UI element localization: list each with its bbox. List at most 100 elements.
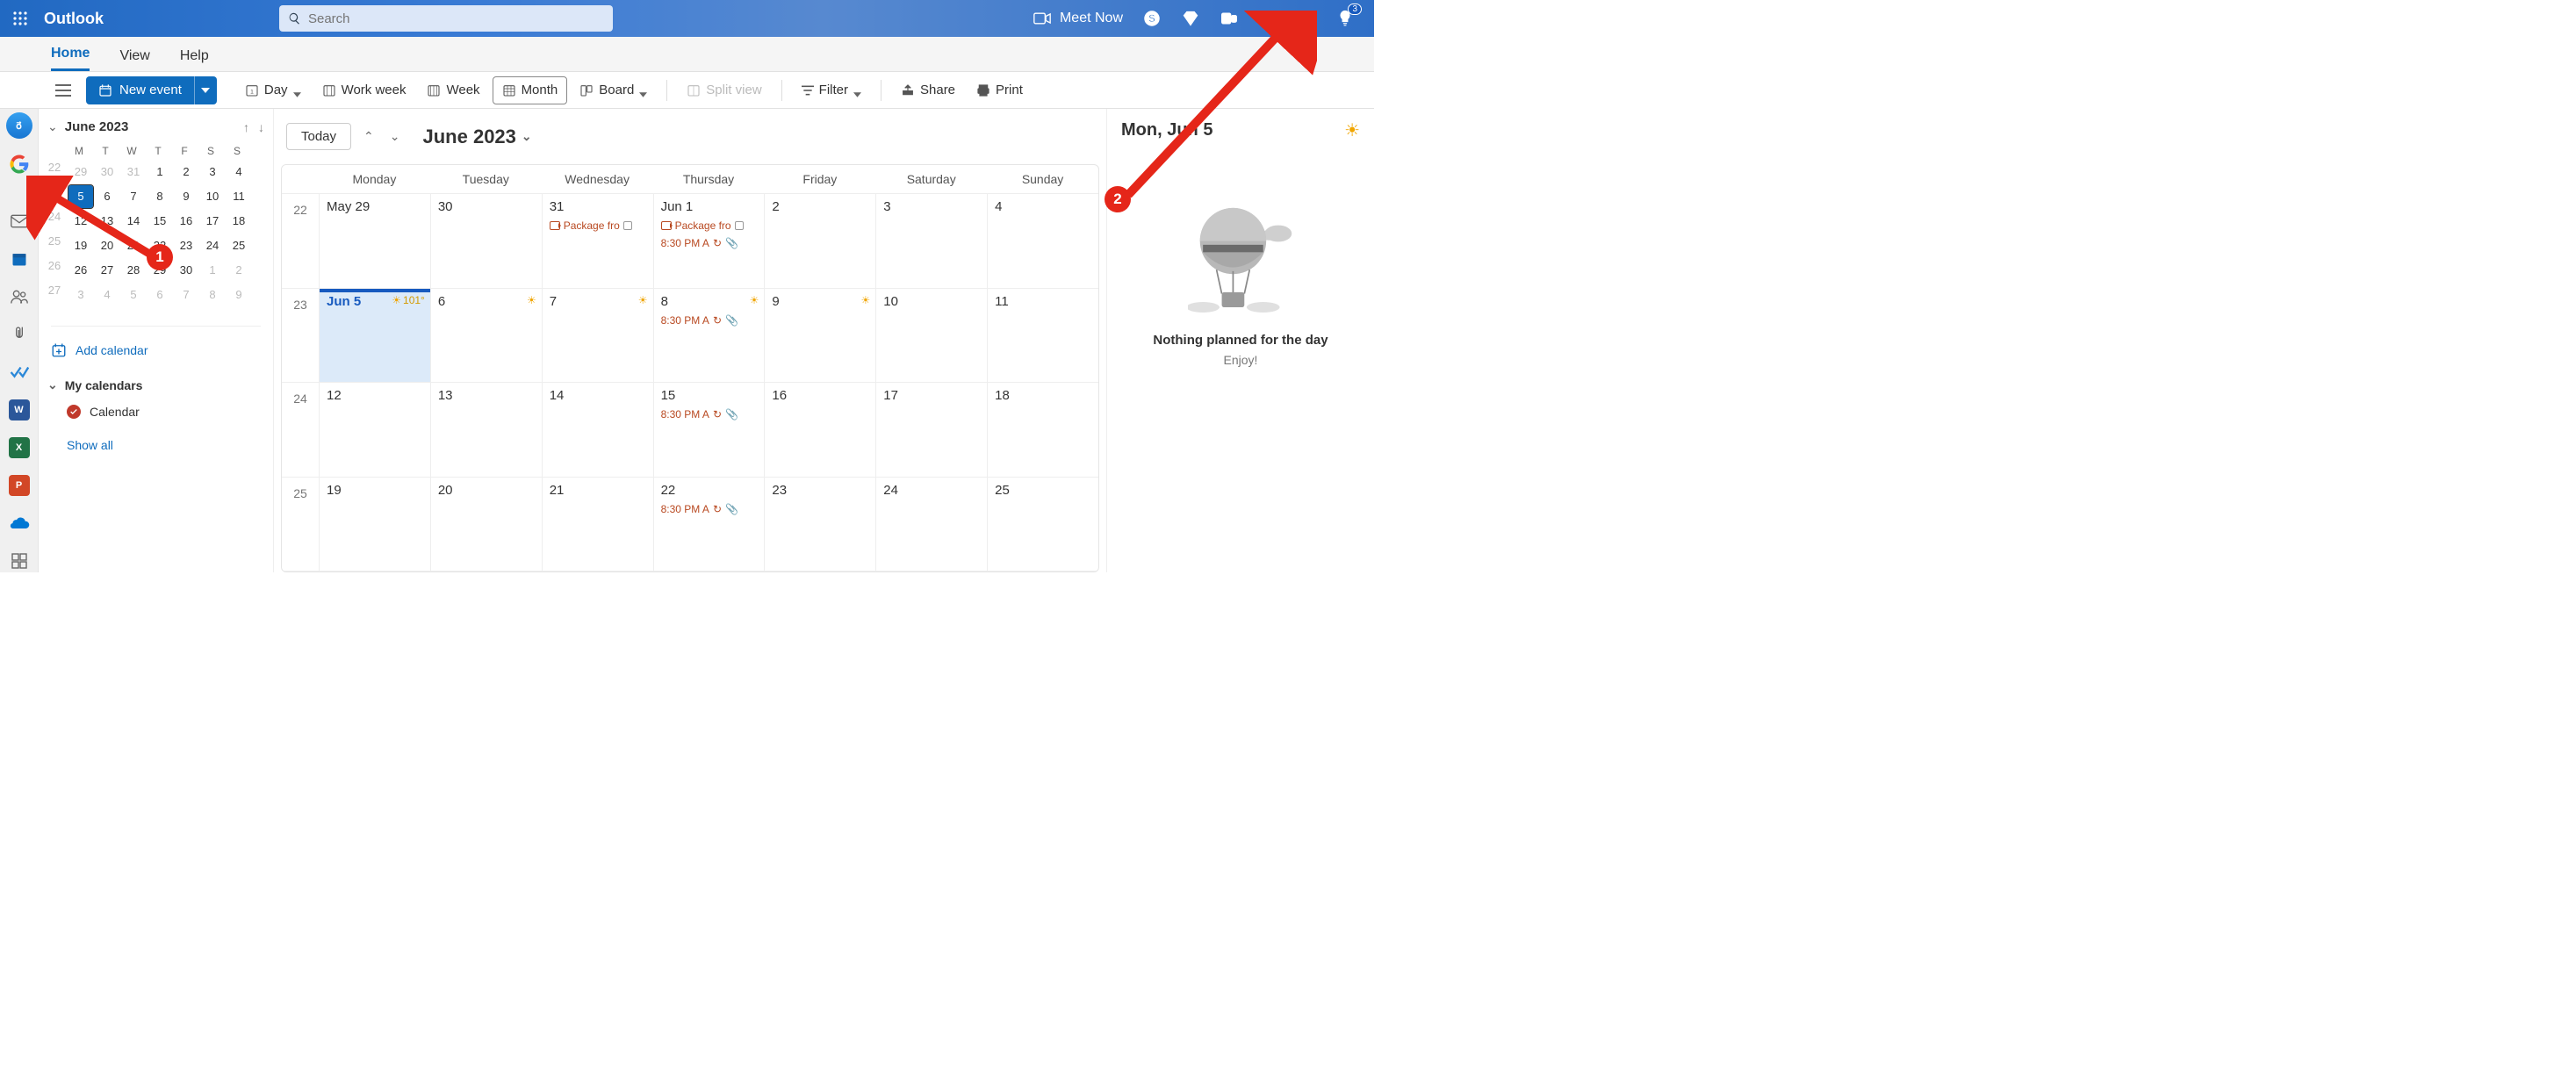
my-calendars-header[interactable]: ⌄My calendars xyxy=(47,377,264,392)
day-cell[interactable]: 11 xyxy=(987,289,1098,383)
rail-outlook-icon[interactable]: o⃗ xyxy=(6,112,32,139)
tab-home[interactable]: Home xyxy=(51,46,90,71)
day-cell[interactable]: 23 xyxy=(764,478,875,571)
calendar-event[interactable]: 8:30 PM A↻📎 xyxy=(661,314,759,327)
mini-day-cell[interactable]: 17 xyxy=(200,210,225,233)
rail-onedrive-icon[interactable] xyxy=(6,511,32,535)
calendar-event[interactable]: 8:30 PM A↻📎 xyxy=(661,408,759,420)
mini-day-cell[interactable]: 2 xyxy=(227,259,251,282)
mini-day-cell[interactable]: 1 xyxy=(200,259,225,282)
add-calendar-button[interactable]: Add calendar xyxy=(51,326,261,358)
day-cell[interactable]: 9☀ xyxy=(764,289,875,383)
mini-day-cell[interactable]: 10 xyxy=(200,185,225,208)
day-cell[interactable]: 17 xyxy=(875,383,987,477)
day-cell[interactable]: 3 xyxy=(875,194,987,288)
share-button[interactable]: Share xyxy=(892,76,964,104)
mini-day-cell[interactable]: 19 xyxy=(68,234,93,257)
mini-month-title[interactable]: June 2023 xyxy=(65,119,129,134)
mini-day-cell[interactable]: 8 xyxy=(200,284,225,306)
mini-day-cell[interactable]: 22 xyxy=(148,234,172,257)
mini-day-cell[interactable]: 20 xyxy=(95,234,119,257)
rail-mail-icon[interactable] xyxy=(6,209,32,233)
new-event-button[interactable]: New event xyxy=(86,76,217,104)
mini-day-cell[interactable]: 7 xyxy=(174,284,198,306)
day-cell[interactable]: Jun 1Package fro8:30 PM A↻📎 xyxy=(653,194,765,288)
day-cell[interactable]: 13 xyxy=(430,383,542,477)
premium-icon[interactable] xyxy=(1181,9,1200,28)
mini-day-cell[interactable]: 5 xyxy=(121,284,146,306)
print-button[interactable]: Print xyxy=(968,76,1032,104)
tasks-icon[interactable] xyxy=(1258,9,1277,28)
day-cell[interactable]: 2 xyxy=(764,194,875,288)
tab-help[interactable]: Help xyxy=(180,48,209,71)
day-cell[interactable]: Jun 5☀101° xyxy=(319,289,430,383)
teams-icon[interactable] xyxy=(1220,9,1239,28)
new-event-chevron[interactable] xyxy=(194,76,217,104)
mini-day-cell[interactable]: 18 xyxy=(227,210,251,233)
calendar-title[interactable]: June 2023⌄ xyxy=(423,126,532,148)
rail-more-apps-icon[interactable] xyxy=(6,549,32,572)
hamburger-icon[interactable] xyxy=(51,78,76,103)
day-cell[interactable]: 31Package fro xyxy=(542,194,653,288)
mini-day-cell[interactable]: 4 xyxy=(95,284,119,306)
rail-files-icon[interactable] xyxy=(6,322,32,346)
mini-day-cell[interactable]: 3 xyxy=(68,284,93,306)
mini-day-cell[interactable]: 30 xyxy=(174,259,198,282)
mini-day-cell[interactable]: 3 xyxy=(200,161,225,183)
day-cell[interactable]: 24 xyxy=(875,478,987,571)
search-input[interactable] xyxy=(308,11,604,26)
mini-day-cell[interactable]: 6 xyxy=(95,185,119,208)
rail-todo-icon[interactable] xyxy=(6,360,32,384)
mini-day-cell[interactable]: 16 xyxy=(174,210,198,233)
app-launcher-icon[interactable] xyxy=(7,5,33,32)
mini-next-month[interactable]: ↓ xyxy=(258,120,264,134)
mini-day-cell[interactable]: 15 xyxy=(148,210,172,233)
mini-day-cell[interactable]: 21 xyxy=(121,234,146,257)
tab-view[interactable]: View xyxy=(119,48,149,71)
mini-day-cell[interactable]: 4 xyxy=(227,161,251,183)
rail-google-icon[interactable] xyxy=(6,153,32,176)
rail-people-icon[interactable] xyxy=(6,284,32,308)
mini-day-cell[interactable]: 13 xyxy=(95,210,119,233)
day-cell[interactable]: 19 xyxy=(319,478,430,571)
skype-icon[interactable]: S xyxy=(1142,9,1162,28)
show-all-button[interactable]: Show all xyxy=(67,438,264,452)
rail-excel-icon[interactable]: X xyxy=(6,435,32,459)
calendar-item[interactable]: Calendar xyxy=(67,405,264,419)
mini-day-cell[interactable]: 6 xyxy=(148,284,172,306)
mini-day-cell[interactable]: 9 xyxy=(227,284,251,306)
mini-day-cell[interactable]: 8 xyxy=(148,185,172,208)
day-cell[interactable]: 228:30 PM A↻📎 xyxy=(653,478,765,571)
mini-day-cell[interactable]: 31 xyxy=(121,161,146,183)
search-box[interactable] xyxy=(279,5,613,32)
day-cell[interactable]: 7☀ xyxy=(542,289,653,383)
mini-day-cell[interactable]: 29 xyxy=(148,259,172,282)
day-cell[interactable]: 16 xyxy=(764,383,875,477)
mini-day-cell[interactable]: 27 xyxy=(95,259,119,282)
mini-day-cell[interactable]: 12 xyxy=(68,210,93,233)
mini-day-cell[interactable]: 14 xyxy=(121,210,146,233)
prev-period-button[interactable]: ⌃ xyxy=(360,126,378,147)
mini-day-cell[interactable]: 26 xyxy=(68,259,93,282)
settings-icon[interactable] xyxy=(1297,9,1316,28)
day-cell[interactable]: 25 xyxy=(987,478,1098,571)
rail-powerpoint-icon[interactable]: P xyxy=(6,473,32,497)
mini-day-cell[interactable]: 9 xyxy=(174,185,198,208)
meet-now-button[interactable]: Meet Now xyxy=(1033,11,1123,26)
mini-day-cell[interactable]: 29 xyxy=(68,161,93,183)
mini-day-cell[interactable]: 1 xyxy=(148,161,172,183)
filter-button[interactable]: Filter xyxy=(793,76,870,104)
day-cell[interactable]: May 29 xyxy=(319,194,430,288)
calendar-event[interactable]: 8:30 PM A↻📎 xyxy=(661,237,759,249)
next-period-button[interactable]: ⌄ xyxy=(386,126,404,147)
calendar-event[interactable]: Package fro xyxy=(550,219,648,232)
day-cell[interactable]: 14 xyxy=(542,383,653,477)
view-month-button[interactable]: Month xyxy=(493,76,568,104)
today-button[interactable]: Today xyxy=(286,123,351,150)
mini-day-cell[interactable]: 30 xyxy=(95,161,119,183)
mini-day-cell[interactable]: 28 xyxy=(121,259,146,282)
day-cell[interactable]: 20 xyxy=(430,478,542,571)
mini-day-cell[interactable]: 23 xyxy=(174,234,198,257)
day-cell[interactable]: 18 xyxy=(987,383,1098,477)
day-cell[interactable]: 30 xyxy=(430,194,542,288)
